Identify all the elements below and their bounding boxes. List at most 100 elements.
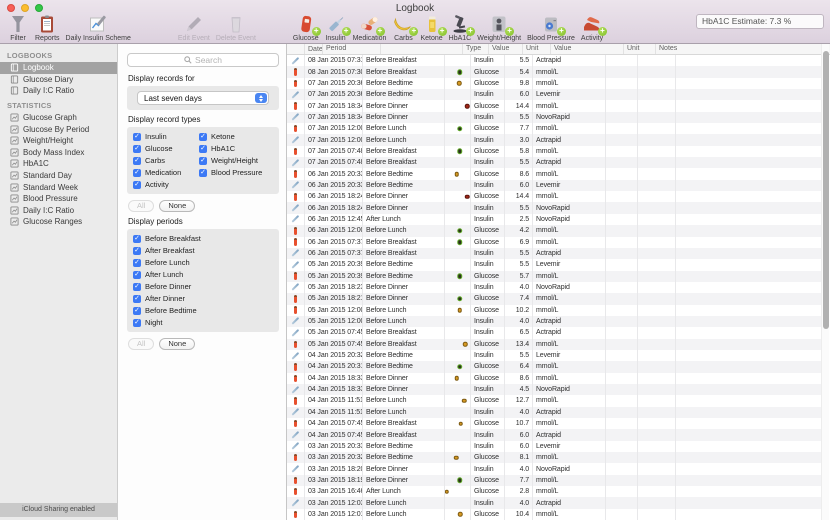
checkbox-icon[interactable]: ✓ xyxy=(133,295,141,303)
table-row[interactable]: 04 Jan 2015 20:31Before BedtimeGlucose6.… xyxy=(287,361,821,372)
checkbox-icon[interactable]: ✓ xyxy=(133,133,141,141)
table-row[interactable]: 03 Jan 2015 16:46After LunchGlucose2.8mm… xyxy=(287,486,821,497)
checkbox-after-lunch[interactable]: ✓After Lunch xyxy=(133,270,273,279)
table-row[interactable]: 04 Jan 2015 20:32Before BedtimeInsulin5.… xyxy=(287,350,821,361)
table-row[interactable]: 04 Jan 2015 07:45Before BreakfastGlucose… xyxy=(287,418,821,429)
sidebar-item-hba1c[interactable]: HbA1C xyxy=(0,158,117,170)
column-header[interactable]: Type xyxy=(463,44,489,54)
checkbox-icon[interactable]: ✓ xyxy=(133,181,141,189)
periods-none-button[interactable]: None xyxy=(159,338,195,350)
table-row[interactable]: 06 Jan 2015 20:33Before BedtimeGlucose8.… xyxy=(287,168,821,179)
column-header[interactable]: Unit xyxy=(523,44,551,54)
insulin-button[interactable]: +Insulin xyxy=(325,13,347,43)
table-row[interactable]: 04 Jan 2015 18:33Before DinnerInsulin4.5… xyxy=(287,384,821,395)
table-row[interactable]: 07 Jan 2015 12:00Before LunchGlucose7.7m… xyxy=(287,123,821,134)
table-row[interactable]: 07 Jan 2015 07:48Before BreakfastGlucose… xyxy=(287,146,821,157)
table-row[interactable]: 05 Jan 2015 18:21Before DinnerGlucose7.4… xyxy=(287,293,821,304)
column-header[interactable] xyxy=(287,44,305,54)
checkbox-icon[interactable]: ✓ xyxy=(133,319,141,327)
reports-button[interactable]: Reports xyxy=(35,13,60,43)
vertical-scrollbar[interactable] xyxy=(821,44,829,520)
table-row[interactable]: 08 Jan 2015 07:30Before BreakfastGlucose… xyxy=(287,66,821,77)
sidebar-item-daily-i-c-ratio[interactable]: Daily I:C Ratio xyxy=(0,205,117,217)
checkbox-before-dinner[interactable]: ✓Before Dinner xyxy=(133,282,273,291)
table-row[interactable]: 07 Jan 2015 12:00Before LunchInsulin3.0A… xyxy=(287,134,821,145)
daily-insulin-scheme-button[interactable]: Daily Insulin Scheme xyxy=(66,13,131,43)
checkbox-icon[interactable]: ✓ xyxy=(133,271,141,279)
table-row[interactable]: 04 Jan 2015 07:45Before BreakfastInsulin… xyxy=(287,429,821,440)
table-row[interactable]: 05 Jan 2015 07:45Before BreakfastGlucose… xyxy=(287,339,821,350)
table-row[interactable]: 06 Jan 2015 12:00Before LunchGlucose4.2m… xyxy=(287,225,821,236)
table-row[interactable]: 05 Jan 2015 12:00Before LunchGlucose10.2… xyxy=(287,305,821,316)
checkbox-medication[interactable]: ✓Medication xyxy=(133,168,199,177)
close-button[interactable] xyxy=(7,4,15,12)
table-row[interactable]: 06 Jan 2015 18:24Before DinnerInsulin5.5… xyxy=(287,202,821,213)
checkbox-activity[interactable]: ✓Activity xyxy=(133,180,199,189)
checkbox-icon[interactable]: ✓ xyxy=(199,145,207,153)
checkbox-hba1c[interactable]: ✓HbA1C xyxy=(199,144,273,153)
checkbox-before-breakfast[interactable]: ✓Before Breakfast xyxy=(133,234,273,243)
column-header[interactable]: Period xyxy=(323,44,381,54)
checkbox-glucose[interactable]: ✓Glucose xyxy=(133,144,199,153)
traffic-lights[interactable] xyxy=(7,4,43,12)
table-row[interactable]: 04 Jan 2015 18:33Before DinnerGlucose8.6… xyxy=(287,373,821,384)
table-row[interactable]: 07 Jan 2015 20:36Before BedtimeGlucose9.… xyxy=(287,78,821,89)
table-row[interactable]: 03 Jan 2015 20:32Before BedtimeGlucose8.… xyxy=(287,452,821,463)
table-row[interactable]: 08 Jan 2015 07:31Before BreakfastInsulin… xyxy=(287,55,821,66)
checkbox-icon[interactable]: ✓ xyxy=(133,259,141,267)
table-row[interactable]: 04 Jan 2015 11:51Before LunchInsulin4.0A… xyxy=(287,407,821,418)
checkbox-icon[interactable]: ✓ xyxy=(199,169,207,177)
ketone-button[interactable]: +Ketone xyxy=(420,13,442,43)
table-row[interactable]: 06 Jan 2015 12:45After LunchInsulin2.5No… xyxy=(287,214,821,225)
search-input[interactable]: Search xyxy=(127,53,279,67)
column-header[interactable]: Value xyxy=(489,44,523,54)
checkbox-icon[interactable]: ✓ xyxy=(133,283,141,291)
activity-button[interactable]: +Activity xyxy=(581,13,603,43)
hba1c-button[interactable]: +HbA1C xyxy=(449,13,472,43)
checkbox-icon[interactable]: ✓ xyxy=(133,145,141,153)
checkbox-icon[interactable]: ✓ xyxy=(133,157,141,165)
table-row[interactable]: 03 Jan 2015 20:33Before BedtimeInsulin6.… xyxy=(287,441,821,452)
table-row[interactable]: 06 Jan 2015 07:37Before BreakfastGlucose… xyxy=(287,237,821,248)
table-row[interactable]: 05 Jan 2015 07:45Before BreakfastInsulin… xyxy=(287,327,821,338)
blood-pressure-button[interactable]: +Blood Pressure xyxy=(527,13,575,43)
table-row[interactable]: 06 Jan 2015 20:33Before BedtimeInsulin6.… xyxy=(287,180,821,191)
checkbox-night[interactable]: ✓Night xyxy=(133,318,273,327)
record-types-none-button[interactable]: None xyxy=(159,200,195,212)
table-row[interactable]: 05 Jan 2015 18:23Before DinnerInsulin4.0… xyxy=(287,282,821,293)
records-for-dropdown[interactable]: Last seven days xyxy=(137,91,269,105)
medication-button[interactable]: +Medication xyxy=(353,13,387,43)
checkbox-before-bedtime[interactable]: ✓Before Bedtime xyxy=(133,306,273,315)
column-header[interactable] xyxy=(381,44,463,54)
checkbox-icon[interactable]: ✓ xyxy=(199,133,207,141)
sidebar-item-standard-week[interactable]: Standard Week xyxy=(0,181,117,193)
checkbox-after-breakfast[interactable]: ✓After Breakfast xyxy=(133,246,273,255)
table-row[interactable]: 04 Jan 2015 11:51Before LunchGlucose12.7… xyxy=(287,395,821,406)
sidebar-item-logbook[interactable]: Logbook xyxy=(0,62,117,74)
table-row[interactable]: 07 Jan 2015 20:36Before BedtimeInsulin6.… xyxy=(287,89,821,100)
weight-height-button[interactable]: +Weight/Height xyxy=(477,13,521,43)
table-row[interactable]: 07 Jan 2015 07:48Before BreakfastInsulin… xyxy=(287,157,821,168)
zoom-button[interactable] xyxy=(35,4,43,12)
filter-button[interactable]: Filter xyxy=(7,13,29,43)
sidebar-item-blood-pressure[interactable]: Blood Pressure xyxy=(0,193,117,205)
minimize-button[interactable] xyxy=(21,4,29,12)
checkbox-icon[interactable]: ✓ xyxy=(199,157,207,165)
table-row[interactable]: 05 Jan 2015 20:39Before BedtimeGlucose5.… xyxy=(287,271,821,282)
checkbox-ketone[interactable]: ✓Ketone xyxy=(199,132,273,141)
checkbox-blood-pressure[interactable]: ✓Blood Pressure xyxy=(199,168,273,177)
checkbox-after-dinner[interactable]: ✓After Dinner xyxy=(133,294,273,303)
sidebar-item-glucose-ranges[interactable]: Glucose Ranges xyxy=(0,216,117,228)
checkbox-icon[interactable]: ✓ xyxy=(133,235,141,243)
sidebar-item-glucose-graph[interactable]: Glucose Graph xyxy=(0,112,117,124)
column-header[interactable]: Notes xyxy=(656,44,830,54)
checkbox-icon[interactable]: ✓ xyxy=(133,307,141,315)
sidebar-item-standard-day[interactable]: Standard Day xyxy=(0,170,117,182)
table-row[interactable]: 03 Jan 2015 18:20Before DinnerInsulin4.0… xyxy=(287,463,821,474)
checkbox-before-lunch[interactable]: ✓Before Lunch xyxy=(133,258,273,267)
checkbox-insulin[interactable]: ✓Insulin xyxy=(133,132,199,141)
checkbox-carbs[interactable]: ✓Carbs xyxy=(133,156,199,165)
table-row[interactable]: 03 Jan 2015 12:01Before LunchGlucose10.4… xyxy=(287,509,821,520)
table-row[interactable]: 03 Jan 2015 18:19Before DinnerGlucose7.7… xyxy=(287,475,821,486)
checkbox-icon[interactable]: ✓ xyxy=(133,169,141,177)
